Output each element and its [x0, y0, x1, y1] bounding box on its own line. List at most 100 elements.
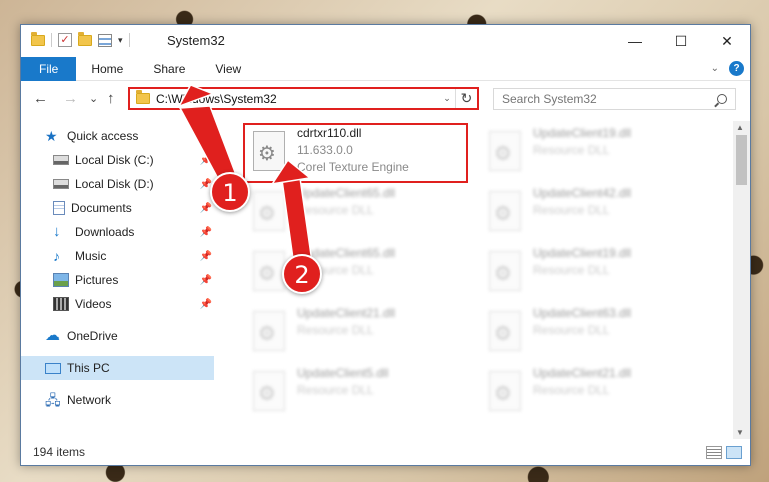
file-name: UpdateClient42.dll — [533, 186, 632, 200]
expand-ribbon-chevron-icon[interactable]: ⌄ — [711, 63, 719, 74]
tab-share[interactable]: Share — [138, 57, 200, 81]
dll-file-icon — [253, 251, 285, 291]
sidebar-item-documents[interactable]: Documents 📌 — [21, 196, 214, 220]
file-explorer-window: ✓ ▾ System32 — ☐ ✕ File Home Share View … — [20, 24, 751, 466]
forward-button[interactable]: → — [63, 90, 78, 107]
dll-file-icon — [253, 191, 285, 231]
navigation-bar: ← → ⌄ ↑ C:\Windows\System32 ⌄ ↻ — [21, 81, 750, 117]
sidebar-item-this-pc[interactable]: This PC — [21, 356, 214, 380]
toolbar-divider — [51, 33, 52, 47]
file-item[interactable]: UpdateClient19.dll Resource DLL — [479, 123, 699, 181]
documents-icon — [53, 201, 65, 215]
tab-file[interactable]: File — [21, 56, 77, 81]
music-icon: ♪ — [53, 248, 60, 264]
sidebar-item-label: Documents — [71, 201, 132, 215]
sidebar-item-label: Videos — [75, 297, 112, 311]
onedrive-icon: ☁ — [45, 327, 60, 344]
minimize-button[interactable]: — — [612, 25, 658, 57]
dll-file-icon — [489, 311, 521, 351]
customize-toolbar-chevron-icon[interactable]: ▾ — [118, 35, 123, 46]
tab-view[interactable]: View — [200, 57, 256, 81]
new-folder-icon[interactable] — [78, 31, 92, 46]
star-icon: ★ — [45, 128, 58, 144]
search-box[interactable] — [493, 88, 736, 110]
file-item[interactable]: UpdateClient21.dll Resource DLL — [479, 363, 699, 421]
dll-file-icon — [489, 191, 521, 231]
vertical-scrollbar[interactable]: ▲ ▼ — [733, 121, 750, 439]
drive-icon — [53, 155, 69, 165]
pin-icon: 📌 — [199, 250, 212, 262]
folder-icon — [136, 90, 150, 104]
file-name: UpdateClient63.dll — [533, 306, 632, 320]
search-input[interactable] — [502, 92, 717, 106]
dll-file-icon — [489, 131, 521, 171]
help-icon[interactable]: ? — [729, 61, 744, 76]
file-name: UpdateClient21.dll — [533, 366, 632, 380]
tab-home[interactable]: Home — [76, 57, 138, 81]
recent-locations-chevron-icon[interactable]: ⌄ — [89, 92, 98, 105]
sidebar-item-label: Network — [67, 393, 112, 407]
close-button[interactable]: ✕ — [704, 25, 750, 57]
maximize-button[interactable]: ☐ — [658, 25, 704, 57]
toolbar-divider — [128, 33, 130, 47]
file-description: Resource DLL — [297, 323, 374, 337]
file-item[interactable]: UpdateClient42.dll Resource DLL — [479, 183, 699, 241]
file-item[interactable]: UpdateClient19.dll Resource DLL — [479, 243, 699, 301]
properties-icon[interactable] — [98, 33, 112, 47]
downloads-icon: ↓ — [53, 223, 61, 240]
videos-icon — [53, 297, 69, 311]
sidebar-item-label: Quick access — [67, 129, 139, 143]
dll-file-icon — [489, 371, 521, 411]
dll-file-icon — [489, 251, 521, 291]
scroll-down-icon[interactable]: ▼ — [736, 428, 744, 437]
sidebar-item-videos[interactable]: Videos 📌 — [21, 292, 214, 316]
scrollbar-thumb[interactable] — [736, 135, 747, 185]
step-2-badge: 2 — [282, 254, 322, 294]
pin-icon: 📌 — [199, 274, 212, 286]
details-view-icon[interactable] — [706, 446, 722, 459]
up-button[interactable]: ↑ — [107, 90, 115, 107]
window-controls: — ☐ ✕ — [612, 25, 750, 57]
drive-icon — [53, 179, 69, 189]
search-icon[interactable] — [717, 94, 727, 104]
sidebar-item-local-disk-d[interactable]: Local Disk (D:) 📌 — [21, 172, 214, 196]
sidebar-item-quick-access[interactable]: ★ Quick access — [21, 124, 214, 148]
file-item[interactable]: UpdateClient65.dll Resource DLL — [243, 183, 463, 241]
file-name: UpdateClient5.dll — [297, 366, 389, 380]
sidebar-item-label: Pictures — [75, 273, 119, 287]
scroll-up-icon[interactable]: ▲ — [736, 123, 744, 132]
file-item[interactable]: UpdateClient5.dll Resource DLL — [243, 363, 463, 421]
file-item[interactable]: UpdateClient21.dll Resource DLL — [243, 303, 463, 361]
sidebar-item-onedrive[interactable]: ☁ OneDrive — [21, 324, 214, 348]
folder-icon — [31, 31, 45, 46]
file-description: Resource DLL — [297, 203, 374, 217]
file-name: UpdateClient19.dll — [533, 126, 632, 140]
sidebar-item-pictures[interactable]: Pictures 📌 — [21, 268, 214, 292]
file-description: Resource DLL — [533, 203, 610, 217]
address-path[interactable]: C:\Windows\System32 — [156, 92, 439, 106]
step-1-badge: 1 — [210, 172, 250, 212]
address-dropdown-chevron-icon[interactable]: ⌄ — [439, 93, 455, 104]
large-icons-view-icon[interactable] — [726, 446, 742, 459]
file-description: Resource DLL — [533, 143, 610, 157]
file-item[interactable]: UpdateClient65.dll Resource DLL — [243, 243, 463, 301]
sidebar-item-downloads[interactable]: ↓ Downloads 📌 — [21, 220, 214, 244]
this-pc-icon — [45, 362, 61, 374]
file-name: UpdateClient21.dll — [297, 306, 396, 320]
sidebar-item-local-disk-c[interactable]: Local Disk (C:) 📌 — [21, 148, 214, 172]
refresh-button[interactable]: ↻ — [455, 89, 477, 108]
sidebar-item-label: Music — [75, 249, 107, 263]
address-bar[interactable]: C:\Windows\System32 ⌄ ↻ — [128, 87, 479, 110]
sidebar-item-music[interactable]: ♪ Music 📌 — [21, 244, 214, 268]
sidebar-item-label: OneDrive — [67, 329, 118, 343]
properties-check-icon[interactable]: ✓ — [58, 33, 72, 47]
sidebar-item-label: Local Disk (C:) — [75, 153, 154, 167]
network-icon: 🖧 — [45, 392, 61, 408]
file-description: Resource DLL — [297, 383, 374, 397]
sidebar-item-network[interactable]: 🖧 Network — [21, 388, 214, 412]
pictures-icon — [53, 273, 69, 287]
file-item[interactable]: UpdateClient63.dll Resource DLL — [479, 303, 699, 361]
file-highlight-box — [243, 123, 468, 183]
dll-file-icon — [253, 371, 285, 411]
back-button[interactable]: ← — [33, 90, 48, 107]
